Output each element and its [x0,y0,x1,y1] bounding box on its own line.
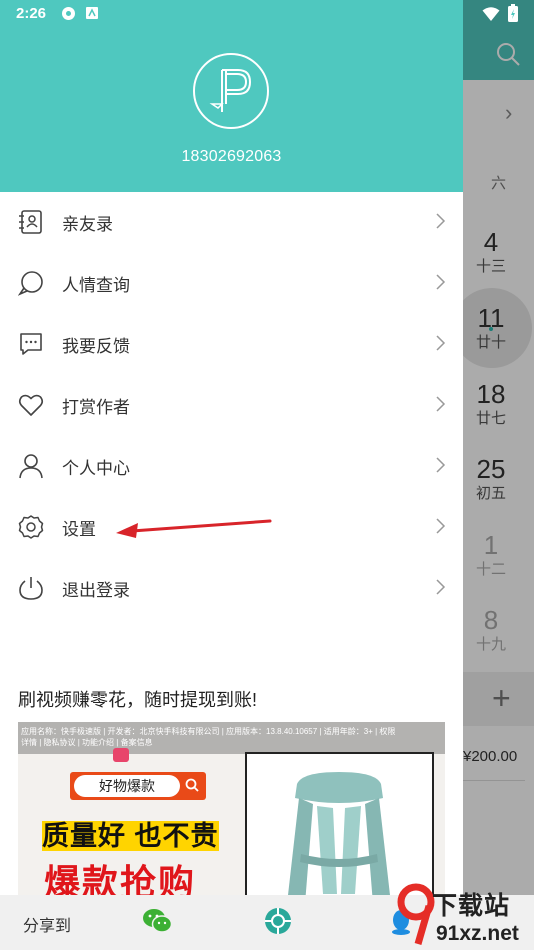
moments-icon[interactable] [264,907,292,935]
app-notification-icon [62,7,75,20]
app-notification-icon [86,7,98,19]
status-time: 2:26 [16,5,47,22]
ad-headline: 质量好 也不贵 [42,821,219,851]
heart-icon [18,394,44,416]
menu-item-gift-query[interactable]: 人情查询 [0,252,463,313]
menu-item-tip-author[interactable]: 打赏作者 [0,374,463,435]
menu-item-label: 打赏作者 [62,398,130,417]
menu-item-label: 退出登录 [62,581,130,600]
gear-icon [18,515,44,539]
share-label: 分享到 [23,918,72,935]
feedback-icon [20,333,42,355]
watermark-url: 91xz.net [436,922,519,945]
search-icon [185,778,199,792]
chevron-right-icon [436,213,446,229]
chevron-right-icon [436,457,446,473]
contacts-book-icon [19,210,42,234]
menu-item-personal-center[interactable]: 个人中心 [0,435,463,496]
wifi-icon [482,7,500,21]
avatar[interactable] [192,52,270,130]
navigation-drawer: 18302692063 亲友录 人情查询 我要反馈 打赏作者 个人中心 设置 退… [0,0,463,895]
battery-icon [508,4,518,22]
ad-search-text: 好物爆款 [74,775,180,797]
chevron-right-icon [436,396,446,412]
menu-item-label: 我要反馈 [62,337,130,356]
menu-item-contacts[interactable]: 亲友录 [0,191,463,252]
person-icon [19,454,43,479]
chevron-right-icon [436,335,446,351]
ad-banner[interactable]: 应用名称：快手极速版 | 开发者：北京快手科技有限公司 | 应用版本：13.8.… [18,722,445,895]
search-bubble-icon [18,271,43,296]
chevron-right-icon [436,518,446,534]
power-icon [19,577,43,600]
chevron-right-icon [436,579,446,595]
store-badge-icon [113,748,129,762]
stool-image [288,772,390,895]
ad-title: 刷视频赚零花，随时提现到账! [18,690,257,710]
chevron-right-icon [436,274,446,290]
user-phone-number: 18302692063 [181,148,282,165]
ad-app-links[interactable]: 详情 | 隐私协议 | 功能介绍 | 备案信息 [21,737,153,748]
watermark-logo-icon [397,883,435,945]
menu-item-logout[interactable]: 退出登录 [0,557,463,618]
menu-item-label: 个人中心 [62,459,130,478]
menu-item-label: 亲友录 [62,215,113,234]
status-bar: 2:26 [0,0,534,28]
watermark-text: 下载站 [432,892,511,920]
annotation-arrow [116,519,272,538]
ad-subline: 爆款抢购 [44,862,197,895]
menu-item-label: 人情查询 [62,276,130,295]
menu-item-feedback[interactable]: 我要反馈 [0,313,463,374]
wechat-icon[interactable] [142,908,172,934]
menu-item-label: 设置 [62,520,96,539]
